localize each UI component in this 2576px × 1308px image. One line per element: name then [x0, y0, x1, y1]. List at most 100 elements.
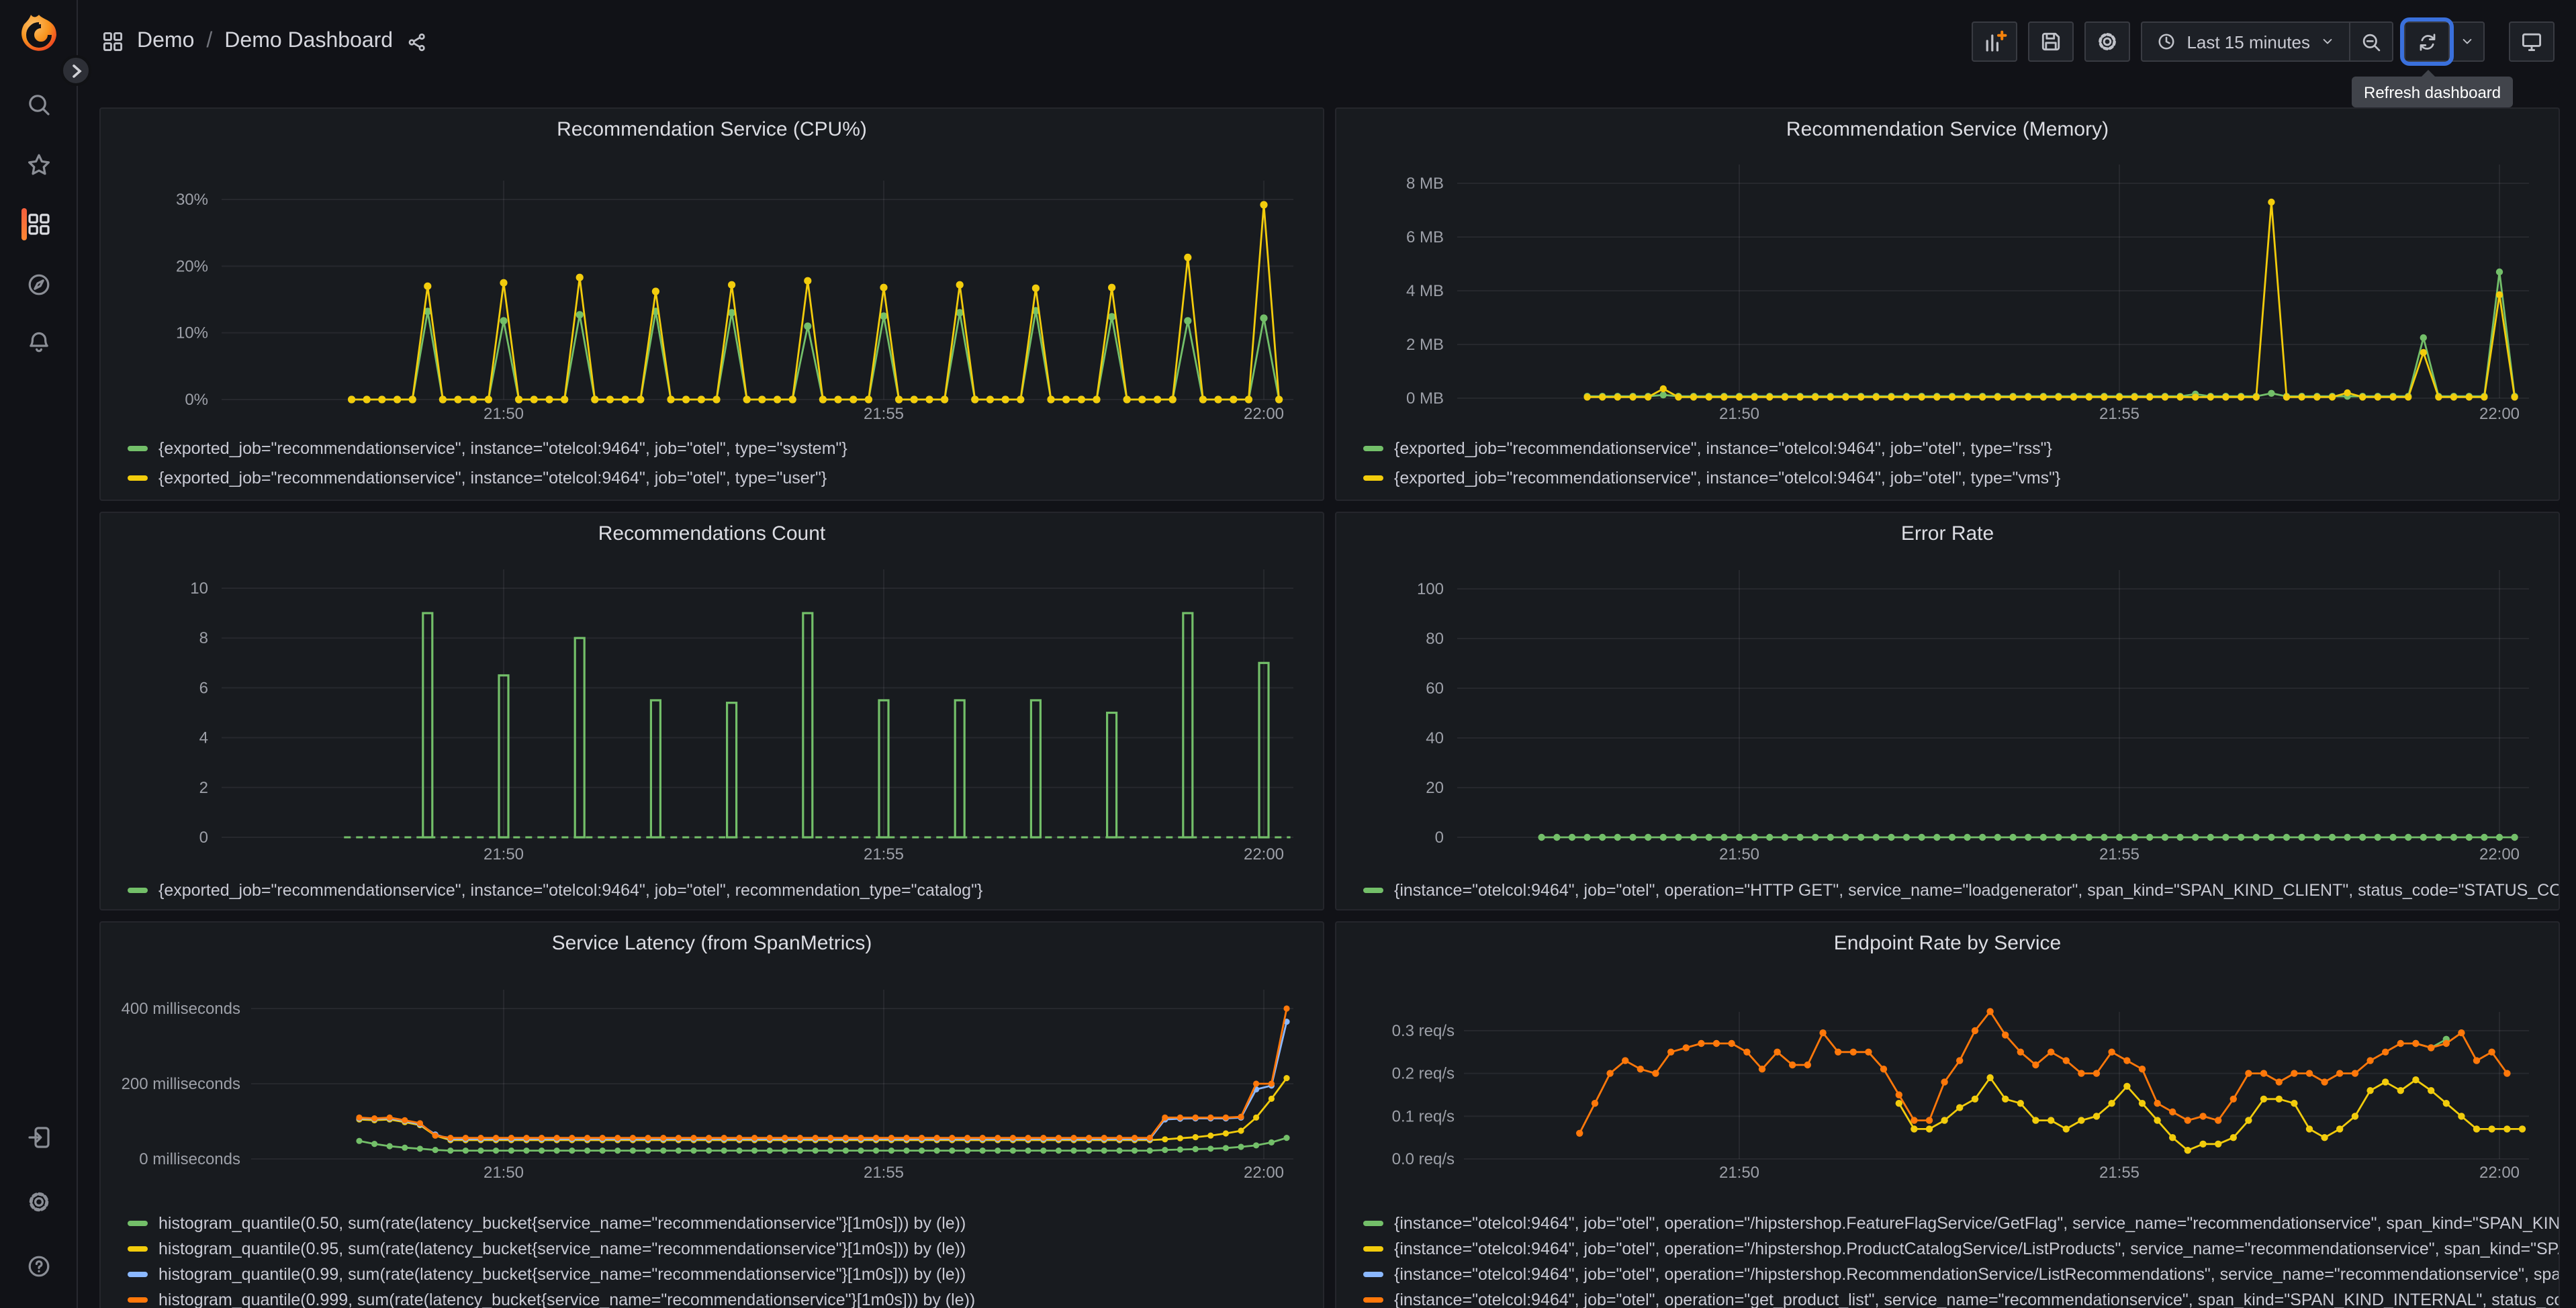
- gear-icon: [28, 1192, 48, 1212]
- breadcrumb-page: Demo Dashboard: [224, 30, 394, 52]
- svg-text:40: 40: [1426, 729, 1444, 747]
- panel-title[interactable]: Recommendation Service (CPU%): [101, 109, 1323, 149]
- legend-label: histogram_quantile(0.95, sum(rate(latenc…: [158, 1239, 966, 1258]
- panel-title[interactable]: Endpoint Rate by Service: [1336, 923, 2559, 963]
- chart-latency[interactable]: 0 milliseconds 200 milliseconds 400 millis…: [101, 963, 1324, 1194]
- legend-endpoint-rate: {instance="otelcol:9464", job="otel", op…: [1336, 1210, 2559, 1308]
- chart-cpu[interactable]: 0% 10% 20% 30% 21:50 21:55 22:00: [101, 149, 1324, 428]
- dashboard-settings-button[interactable]: [2084, 21, 2131, 62]
- legend-item[interactable]: {exported_job="recommendationservice", i…: [128, 463, 1323, 493]
- panel-title[interactable]: Recommendation Service (Memory): [1336, 109, 2559, 149]
- sidebar-item-alerting[interactable]: [11, 318, 65, 367]
- kiosk-mode-button[interactable]: [2509, 21, 2555, 62]
- save-dashboard-button[interactable]: [2028, 21, 2074, 62]
- legend-swatch: [128, 888, 148, 893]
- panel-recommendation-memory: Recommendation Service (Memory) 0 MB 2 MB…: [1335, 107, 2560, 501]
- legend-label: {exported_job="recommendationservice", i…: [158, 881, 983, 900]
- search-icon: [28, 95, 49, 115]
- chart-endpoint-rate[interactable]: 0.0 req/s 0.1 req/s 0.2 req/s 0.3 req/s 21:5…: [1336, 963, 2560, 1194]
- legend-item[interactable]: histogram_quantile(0.50, sum(rate(latenc…: [128, 1210, 1323, 1235]
- share-icon[interactable]: [405, 30, 428, 53]
- legend-cpu: {exported_job="recommendationservice", i…: [101, 434, 1323, 493]
- legend-swatch: [1363, 1246, 1383, 1251]
- svg-text:22:00: 22:00: [1244, 845, 1284, 863]
- legend-item[interactable]: {instance="otelcol:9464", job="otel", op…: [1363, 1287, 2559, 1308]
- sidebar-item-sign-in[interactable]: [11, 1113, 65, 1162]
- sidebar-expand-button[interactable]: [60, 55, 91, 86]
- panel-error-rate: Error Rate 0 20 40 60 80 100 21:50 21:55 22:00 {…: [1335, 512, 2560, 910]
- legend-item[interactable]: {instance="otelcol:9464", job="otel", op…: [1363, 1261, 2559, 1287]
- svg-text:60: 60: [1426, 680, 1444, 698]
- legend-swatch: [1363, 1297, 1383, 1302]
- svg-text:21:55: 21:55: [864, 405, 904, 423]
- svg-text:400 milliseconds: 400 milliseconds: [122, 1000, 240, 1018]
- refresh-dashboard-button[interactable]: [2400, 17, 2454, 66]
- panel-title[interactable]: Error Rate: [1336, 513, 2559, 553]
- legend-item[interactable]: {instance="otelcol:9464", job="otel", op…: [1363, 1210, 2559, 1235]
- svg-text:22:00: 22:00: [2479, 1164, 2520, 1182]
- legend-label: {instance="otelcol:9464", job="otel", op…: [1394, 1213, 2559, 1232]
- legend-swatch: [1363, 1220, 1383, 1225]
- legend-swatch: [1363, 446, 1383, 451]
- legend-swatch: [128, 1246, 148, 1251]
- legend-item[interactable]: {instance="otelcol:9464", job="otel", op…: [1363, 876, 2559, 905]
- panel-title[interactable]: Recommendations Count: [101, 513, 1323, 553]
- legend-item[interactable]: {exported_job="recommendationservice", i…: [1363, 434, 2559, 463]
- svg-text:21:55: 21:55: [2099, 405, 2140, 423]
- legend-swatch: [1363, 1271, 1383, 1276]
- legend-item[interactable]: {exported_job="recommendationservice", i…: [1363, 463, 2559, 493]
- add-panel-button[interactable]: [1972, 21, 2018, 62]
- svg-text:21:55: 21:55: [864, 1164, 904, 1182]
- panel-recommendation-cpu: Recommendation Service (CPU%) 0% 10% 20% 30…: [99, 107, 1324, 501]
- sidebar-item-search[interactable]: [11, 81, 65, 129]
- svg-text:20%: 20%: [176, 257, 208, 275]
- legend-item[interactable]: histogram_quantile(0.99, sum(rate(latenc…: [128, 1261, 1323, 1287]
- legend-label: {instance="otelcol:9464", job="otel", op…: [1394, 881, 2559, 900]
- svg-text:21:50: 21:50: [484, 405, 524, 423]
- refresh-icon: [2419, 33, 2435, 50]
- sidebar-item-starred[interactable]: [11, 141, 65, 189]
- zoom-out-button[interactable]: [2349, 23, 2392, 60]
- svg-text:0 milliseconds: 0 milliseconds: [139, 1150, 240, 1168]
- legend-swatch: [128, 1297, 148, 1302]
- svg-text:8 MB: 8 MB: [1406, 175, 1444, 193]
- grafana-logo[interactable]: [16, 12, 62, 58]
- legend-label: {exported_job="recommendationservice", i…: [158, 439, 847, 458]
- sidebar-item-help[interactable]: [11, 1242, 65, 1291]
- breadcrumb-section[interactable]: Demo: [137, 30, 194, 54]
- time-range-picker[interactable]: Last 15 minutes: [2142, 23, 2349, 60]
- chevron-down-icon: [2462, 39, 2471, 44]
- legend-item[interactable]: {instance="otelcol:9464", job="otel", op…: [1363, 1235, 2559, 1261]
- add-panel-icon: [1986, 30, 2007, 52]
- refresh-tooltip: Refresh dashboard: [2352, 70, 2514, 107]
- legend-item[interactable]: histogram_quantile(0.999, sum(rate(laten…: [128, 1287, 1323, 1308]
- svg-text:4 MB: 4 MB: [1406, 282, 1444, 300]
- svg-text:0.2 req/s: 0.2 req/s: [1392, 1065, 1455, 1083]
- svg-text:30%: 30%: [176, 191, 208, 209]
- svg-text:0%: 0%: [185, 391, 208, 409]
- sidebar-item-settings[interactable]: [11, 1178, 65, 1226]
- panel-title[interactable]: Service Latency (from SpanMetrics): [101, 923, 1323, 963]
- svg-text:0: 0: [1435, 829, 1444, 847]
- zoom-out-icon: [2362, 33, 2381, 51]
- sidebar-item-dashboards[interactable]: [11, 200, 65, 248]
- legend-item[interactable]: histogram_quantile(0.95, sum(rate(latenc…: [128, 1235, 1323, 1261]
- chart-memory[interactable]: 0 MB 2 MB 4 MB 6 MB 8 MB 21:50 21:55 22:00: [1336, 149, 2560, 428]
- legend-label: histogram_quantile(0.99, sum(rate(latenc…: [158, 1264, 966, 1283]
- svg-text:0.1 req/s: 0.1 req/s: [1392, 1107, 1455, 1125]
- legend-label: histogram_quantile(0.50, sum(rate(latenc…: [158, 1213, 966, 1232]
- svg-text:21:50: 21:50: [1719, 845, 1759, 863]
- svg-text:21:50: 21:50: [1719, 1164, 1759, 1182]
- legend-swatch: [1363, 888, 1383, 893]
- refresh-group: [2400, 17, 2485, 66]
- chart-error-rate[interactable]: 0 20 40 60 80 100 21:50 21:55 22:00: [1336, 553, 2560, 873]
- time-range-label: Last 15 minutes: [2187, 32, 2310, 52]
- refresh-interval-dropdown[interactable]: [2448, 23, 2483, 60]
- legend-item[interactable]: {exported_job="recommendationservice", i…: [128, 876, 1323, 905]
- legend-item[interactable]: {exported_job="recommendationservice", i…: [128, 434, 1323, 463]
- save-icon: [2042, 32, 2060, 51]
- chart-count[interactable]: 0 2 4 6 8 10 21:50 21:55 22:00: [101, 553, 1324, 873]
- legend-swatch: [128, 1220, 148, 1225]
- sidebar-item-explore[interactable]: [11, 261, 65, 309]
- svg-text:21:55: 21:55: [2099, 1164, 2140, 1182]
